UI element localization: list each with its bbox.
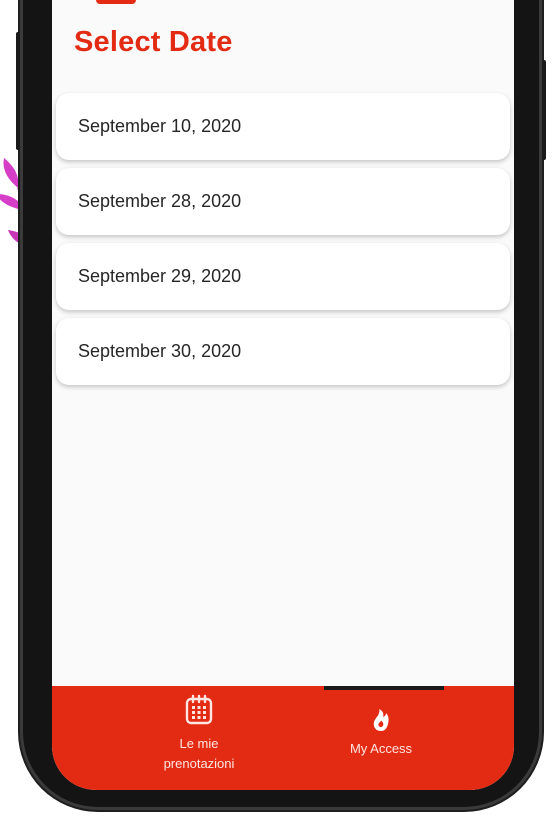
nav-label-line: Le mie — [179, 736, 219, 751]
flame-icon — [373, 709, 389, 731]
date-item[interactable]: September 29, 2020 — [56, 243, 510, 310]
phone-side-button — [16, 80, 20, 150]
date-item-label: September 28, 2020 — [78, 191, 242, 211]
bottom-navigation: Le mie prenotazioni My Access — [52, 686, 514, 790]
date-item-label: September 10, 2020 — [78, 116, 242, 136]
date-item[interactable]: September 28, 2020 — [56, 168, 510, 235]
nav-label-my-access: My Access — [349, 741, 413, 756]
date-item[interactable]: September 10, 2020 — [56, 93, 510, 160]
nav-item-prenotazioni[interactable]: Le mie prenotazioni — [124, 686, 274, 790]
page-title: Select Date — [74, 26, 233, 58]
date-list: September 10, 2020 September 28, 2020 Se… — [56, 93, 510, 393]
phone-side-button — [542, 60, 546, 160]
date-item-label: September 30, 2020 — [78, 341, 242, 361]
date-item[interactable]: September 30, 2020 — [56, 318, 510, 385]
nav-label-prenotazioni: Le mie prenotazioni — [164, 734, 235, 774]
app-logo-icon — [96, 0, 136, 4]
app-screen: Select Date September 10, 2020 September… — [52, 0, 514, 790]
date-item-label: September 29, 2020 — [78, 266, 242, 286]
phone-frame: Select Date September 10, 2020 September… — [16, 0, 546, 810]
nav-item-my-access[interactable]: My Access — [306, 686, 456, 790]
calendar-icon — [185, 694, 213, 725]
nav-label-line: prenotazioni — [163, 756, 235, 771]
